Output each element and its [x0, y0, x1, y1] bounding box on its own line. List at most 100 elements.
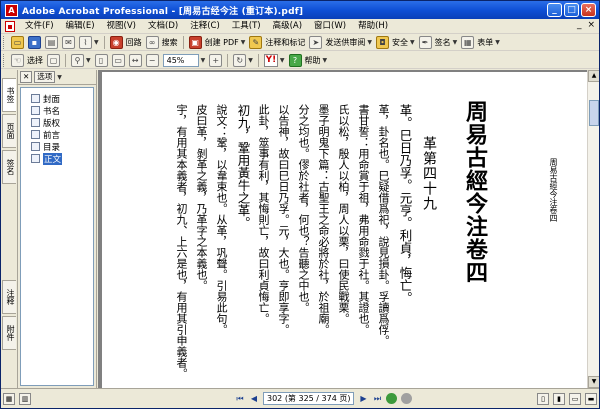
bookmark-icon: [31, 94, 40, 103]
actual-size-icon[interactable]: ▯: [94, 53, 108, 67]
lock-icon[interactable]: ◘: [376, 35, 390, 49]
tab-attachments[interactable]: 附件: [2, 316, 16, 350]
rotate-icon[interactable]: ↻: [233, 53, 247, 67]
menu-advanced[interactable]: 高级(A): [267, 19, 308, 34]
menu-tools[interactable]: 工具(T): [226, 19, 267, 34]
bookmark-item[interactable]: 版权: [31, 117, 93, 129]
help-dropdown-icon[interactable]: ▼: [323, 57, 328, 64]
bookmark-item[interactable]: 前言: [31, 129, 93, 141]
menu-document[interactable]: 文档(D): [142, 19, 184, 34]
comment-label[interactable]: 注释和标记: [265, 37, 305, 48]
sign-dropdown-icon[interactable]: ▼: [453, 39, 458, 46]
tab-pages[interactable]: 页面: [2, 114, 16, 148]
minimize-button[interactable]: _: [547, 3, 562, 17]
section-title: 革第四十九: [421, 136, 437, 211]
sign-label[interactable]: 签名: [435, 37, 451, 48]
forms-icon[interactable]: ▦: [461, 35, 475, 49]
comment-icon[interactable]: ✎: [249, 35, 263, 49]
menu-view[interactable]: 视图(V): [101, 19, 142, 34]
attach-dropdown-icon[interactable]: ▼: [94, 39, 99, 46]
page-number-input[interactable]: 302 (第 325 / 374 页): [263, 392, 355, 405]
doc-minimize-button[interactable]: _: [577, 20, 582, 30]
continuous-icon[interactable]: ▮: [553, 392, 565, 405]
toolbar-grip[interactable]: [3, 35, 6, 49]
search-label[interactable]: 搜索: [162, 37, 178, 48]
previous-page-icon[interactable]: ◀: [248, 393, 260, 405]
send-review-label[interactable]: 发送供审阅: [325, 37, 365, 48]
rotate-dropdown-icon[interactable]: ▼: [248, 57, 253, 64]
tab-comments[interactable]: 注释: [2, 280, 16, 314]
menu-comments[interactable]: 注释(C): [184, 19, 226, 34]
fit-width-icon[interactable]: ↔: [128, 53, 142, 67]
create-pdf-dropdown-icon[interactable]: ▼: [241, 39, 246, 46]
last-page-icon[interactable]: ⏭: [371, 393, 383, 405]
scroll-up-icon[interactable]: ▲: [588, 70, 599, 82]
tab-bookmarks[interactable]: 书签: [2, 78, 16, 112]
menu-help[interactable]: 帮助(H): [352, 19, 394, 34]
secure-dropdown-icon[interactable]: ▼: [410, 39, 415, 46]
email-icon[interactable]: ✉: [62, 35, 75, 49]
document-view[interactable]: 周易古經今注卷四 周易古經今注卷四 革第四十九 革。巳日乃孚。元亨。利貞，悔亡。…: [98, 70, 587, 388]
print-icon[interactable]: ▤: [45, 35, 58, 49]
tab-signatures[interactable]: 签名: [2, 150, 16, 184]
vertical-scrollbar[interactable]: ▲ ▼: [587, 70, 599, 388]
hand-tool-icon[interactable]: ☜: [11, 53, 24, 67]
close-button[interactable]: ×: [581, 3, 596, 17]
sign-pen-icon[interactable]: ✒: [418, 35, 432, 49]
secure-label[interactable]: 安全: [392, 37, 408, 48]
forms-dropdown-icon[interactable]: ▼: [495, 39, 500, 46]
help-label[interactable]: 帮助: [305, 55, 321, 66]
open-icon[interactable]: ▭: [11, 35, 24, 49]
snapshot-icon[interactable]: ▢: [47, 53, 60, 67]
menu-edit[interactable]: 编辑(E): [60, 19, 101, 34]
first-page-icon[interactable]: ⏮: [234, 393, 246, 405]
create-pdf-icon[interactable]: ▣: [188, 35, 202, 49]
select-tool-label[interactable]: 选择: [27, 55, 43, 66]
bookmark-item[interactable]: 书名: [31, 105, 93, 117]
previous-view-icon[interactable]: [386, 393, 398, 404]
save-icon[interactable]: ▪: [28, 35, 41, 49]
yahoo-dropdown-icon[interactable]: ▼: [280, 57, 285, 64]
send-review-icon[interactable]: ➤: [309, 35, 323, 49]
doc-close-button[interactable]: ×: [587, 20, 595, 30]
next-page-icon[interactable]: ▶: [357, 393, 369, 405]
menu-file[interactable]: 文件(F): [19, 19, 60, 34]
create-pdf-label[interactable]: 创建 PDF: [205, 37, 239, 48]
next-view-icon[interactable]: [401, 393, 413, 404]
zoom-tool-icon[interactable]: ⚲: [71, 53, 84, 67]
zoom-tool-dropdown-icon[interactable]: ▼: [86, 57, 91, 64]
scroll-down-icon[interactable]: ▼: [588, 376, 599, 388]
continuous-facing-icon[interactable]: ▬: [585, 392, 597, 405]
zoom-level-input[interactable]: 45%: [162, 53, 199, 67]
text-column: 分之均也。僇於社者，何也？告聽之中也。: [297, 104, 310, 313]
help-icon[interactable]: ?: [288, 53, 302, 67]
attach-icon[interactable]: ⌇: [79, 35, 92, 49]
single-page-icon[interactable]: ▯: [537, 392, 549, 405]
loop-icon[interactable]: ◉: [109, 35, 123, 49]
zoom-out-icon[interactable]: −: [145, 53, 159, 67]
zoom-dropdown-icon[interactable]: ▼: [201, 57, 206, 64]
menu-window[interactable]: 窗口(W): [308, 19, 352, 34]
toolbar-grip-2[interactable]: [3, 53, 6, 67]
maximize-button[interactable]: □: [564, 3, 579, 17]
bookmark-item[interactable]: 目录: [31, 141, 93, 153]
page-layout-icon[interactable]: ▦: [3, 392, 15, 405]
binoculars-icon[interactable]: ∞: [145, 35, 159, 49]
loop-label[interactable]: 回路: [126, 37, 142, 48]
delete-bookmark-button[interactable]: ✕: [20, 71, 33, 83]
bookmark-options-dropdown-icon[interactable]: ▼: [57, 74, 62, 81]
forms-label[interactable]: 表单: [477, 37, 493, 48]
fit-page-icon[interactable]: ▭: [111, 53, 125, 67]
bookmark-icon: [31, 118, 40, 127]
bookmark-options-button[interactable]: 选项: [34, 71, 56, 83]
send-review-dropdown-icon[interactable]: ▼: [367, 39, 372, 46]
document-icon[interactable]: [5, 20, 15, 32]
scroll-thumb[interactable]: [589, 100, 599, 126]
split-view-icon[interactable]: ▥: [19, 392, 31, 405]
yahoo-icon[interactable]: Y!: [263, 53, 278, 67]
facing-icon[interactable]: ▭: [569, 392, 581, 405]
bookmark-item[interactable]: 封面: [31, 93, 93, 105]
bookmarks-list[interactable]: 封面 书名 版权 前言 目录 正文: [20, 87, 94, 386]
zoom-in-icon[interactable]: +: [209, 53, 223, 67]
bookmark-item-selected[interactable]: 正文: [31, 152, 93, 165]
